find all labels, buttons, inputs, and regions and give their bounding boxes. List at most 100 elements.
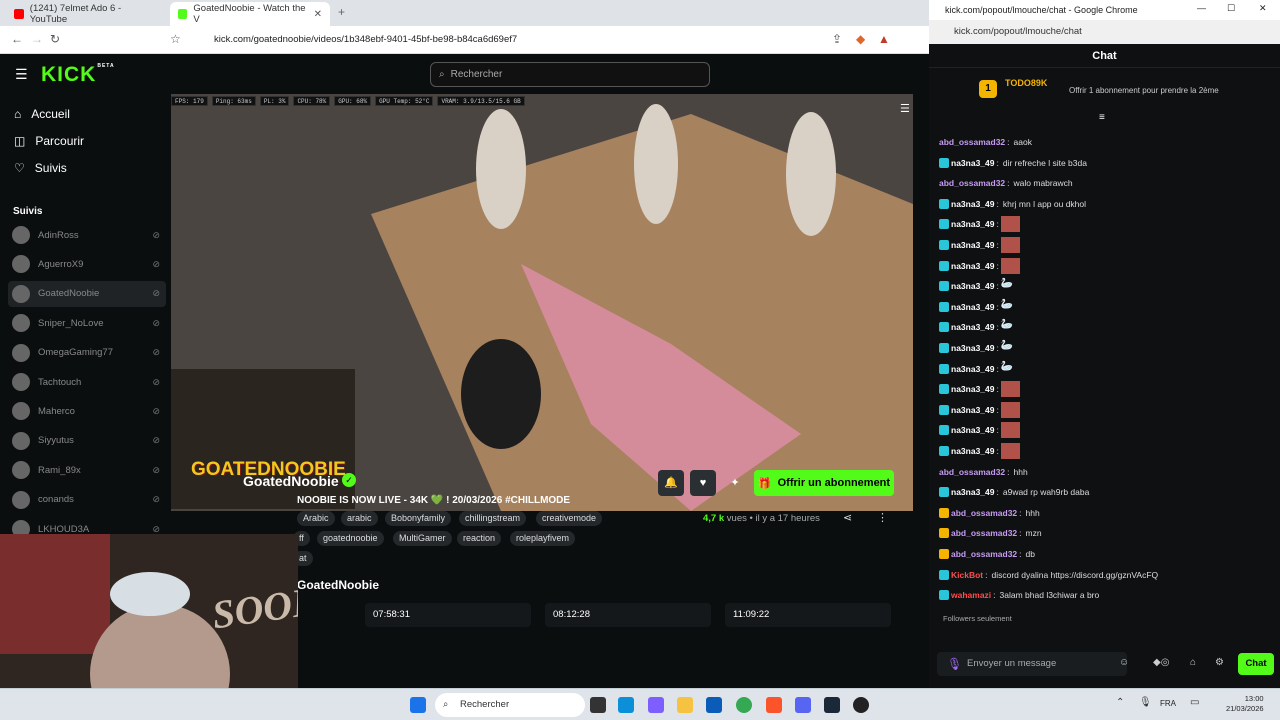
emoji-icon[interactable]: ☺ [1119,657,1129,668]
tab-youtube[interactable]: (1241) 7elmet Ado 6 - YouTube [6,2,166,26]
reload-icon[interactable]: ↻ [50,32,60,46]
following-item[interactable]: Tachtouch ⊘ [8,369,166,395]
gift-icon[interactable]: ◆◎ [1153,657,1169,668]
tab-kick[interactable]: GoatedNoobie - Watch the V ✕ [170,2,330,26]
network-icon[interactable]: ▭ [1190,697,1199,708]
chat-username[interactable]: na3na3_49 [951,425,994,435]
chat-username[interactable]: na3na3_49 [951,261,994,271]
back-icon[interactable]: ← [11,32,23,46]
close-tab-icon[interactable]: ✕ [314,9,322,20]
new-tab-icon[interactable]: + [338,5,345,19]
following-item[interactable]: GoatedNoobie ⊘ [8,280,166,307]
chat-username[interactable]: na3na3_49 [951,219,994,229]
menu-icon[interactable]: ☰ [900,102,910,115]
tag[interactable]: Bobonyfamily [385,511,452,526]
following-item[interactable]: Rami_89x ⊘ [8,457,166,483]
tag[interactable]: Arabic [297,511,335,526]
mic-icon[interactable]: 🎙 [1139,697,1152,708]
store-icon[interactable] [706,697,722,713]
chrome-icon[interactable] [736,697,752,713]
tag[interactable]: chillingstream [459,511,527,526]
favorite-icon[interactable]: ♥ [690,470,716,496]
clock[interactable]: 13:00 21/03/2026 [1226,694,1264,714]
vod-card[interactable]: 11:09:22 [725,603,891,627]
share-icon[interactable]: ⇪ [832,32,842,46]
taskbar-search[interactable]: ⌕ Rechercher [435,693,585,717]
chat-input[interactable]: Envoyer un message [937,652,1127,676]
chat-username[interactable]: abd_ossamad32 [951,528,1017,538]
following-item[interactable]: OmegaGaming77 ⊘ [8,340,166,366]
chat-username[interactable]: wahamazi [951,590,991,600]
chat-username[interactable]: na3na3_49 [951,487,994,497]
nav-browse[interactable]: ◫ Parcourir [14,134,84,148]
copilot-icon[interactable] [648,697,664,713]
chat-username[interactable]: abd_ossamad32 [939,137,1005,147]
tag[interactable]: arabic [341,511,378,526]
chat-username[interactable]: na3na3_49 [951,281,994,291]
file-explorer-icon[interactable] [677,697,693,713]
url-field[interactable]: kick.com/goatednoobie/videos/1b348ebf-94… [214,34,517,45]
chat-username[interactable]: na3na3_49 [951,322,994,332]
steam-icon[interactable] [824,697,840,713]
search-input[interactable]: ⌕ Rechercher [430,62,710,87]
brave-icon[interactable] [766,697,782,713]
settings-icon[interactable]: ⚙ [1215,657,1224,668]
discord-icon[interactable] [795,697,811,713]
video-player[interactable]: FPS: 179 Ping: 63ms PL: 3% CPU: 78% GPU: 68%… [171,94,913,511]
bookmark-icon[interactable]: ☆ [170,32,181,46]
chevron-up-icon[interactable]: ⌃ [1116,697,1124,708]
following-item[interactable]: AguerroX9 ⊘ [8,251,166,277]
chat-username[interactable]: abd_ossamad32 [951,508,1017,518]
brave-icon[interactable]: ◆ [856,32,865,46]
chat-send-button[interactable]: Chat [1238,653,1274,675]
chat-username[interactable]: KickBot [951,570,983,580]
store-icon[interactable]: ⌂ [1190,657,1196,668]
following-item[interactable]: Sniper_NoLove ⊘ [8,310,166,336]
maximize-icon[interactable]: ☐ [1227,3,1235,14]
windows-start-icon[interactable] [410,697,426,713]
chat-username[interactable]: na3na3_49 [951,199,994,209]
share-icon[interactable]: ⋖ [843,511,852,524]
streamer-name[interactable]: GoatedNoobie [243,473,339,489]
mic-icon[interactable]: 🎙 [947,657,962,671]
chat-username[interactable]: na3na3_49 [951,240,994,250]
tag[interactable]: creativemode [536,511,603,526]
following-item[interactable]: Siyyutus ⊘ [8,428,166,454]
tag[interactable]: roleplayfivem [510,531,576,546]
nav-home[interactable]: ⌂ Accueil [14,107,70,121]
subscribe-button[interactable]: 🎁 Offrir un abonnement [754,470,894,496]
nav-following[interactable]: ♡ Suivis [14,161,67,175]
chat-username[interactable]: na3na3_49 [951,158,994,168]
following-item[interactable]: Maherco ⊘ [8,398,166,424]
bell-icon[interactable]: 🔔 [658,470,684,496]
forward-icon[interactable]: → [31,32,43,46]
vod-card[interactable]: 07:58:31 [365,603,531,627]
sparkle-icon[interactable]: ✦ [722,470,748,496]
tag[interactable]: goatednoobie [317,531,384,546]
menu-icon[interactable]: ☰ [15,66,28,83]
chat-username[interactable]: abd_ossamad32 [939,178,1005,188]
chat-username[interactable]: na3na3_49 [951,343,994,353]
task-view-icon[interactable] [590,697,606,713]
triangle-icon[interactable]: ▲ [878,32,890,46]
chat-username[interactable]: na3na3_49 [951,302,994,312]
following-item[interactable]: conands ⊘ [8,487,166,513]
chat-username[interactable]: na3na3_49 [951,364,994,374]
chat-username[interactable]: na3na3_49 [951,405,994,415]
vod-card[interactable]: 08:12:28 [545,603,711,627]
close-icon[interactable]: ✕ [1259,3,1267,14]
filter-icon[interactable]: ≡ [1099,112,1105,123]
following-item[interactable]: AdinRoss ⊘ [8,222,166,248]
chat-username[interactable]: abd_ossamad32 [951,549,1017,559]
tag[interactable]: MultiGamer [393,531,452,546]
edge-icon[interactable] [618,697,634,713]
minimize-icon[interactable]: — [1197,3,1206,13]
language-indicator[interactable]: FRA [1160,699,1176,708]
chat-username[interactable]: abd_ossamad32 [939,467,1005,477]
chat-username[interactable]: na3na3_49 [951,384,994,394]
chat-username[interactable]: na3na3_49 [951,446,994,456]
chat-url[interactable]: kick.com/popout/lmouche/chat [929,20,1280,44]
tag[interactable]: reaction [457,531,502,546]
kick-logo[interactable]: KICKBETA [41,63,115,87]
more-icon[interactable]: ⋮ [877,511,888,524]
